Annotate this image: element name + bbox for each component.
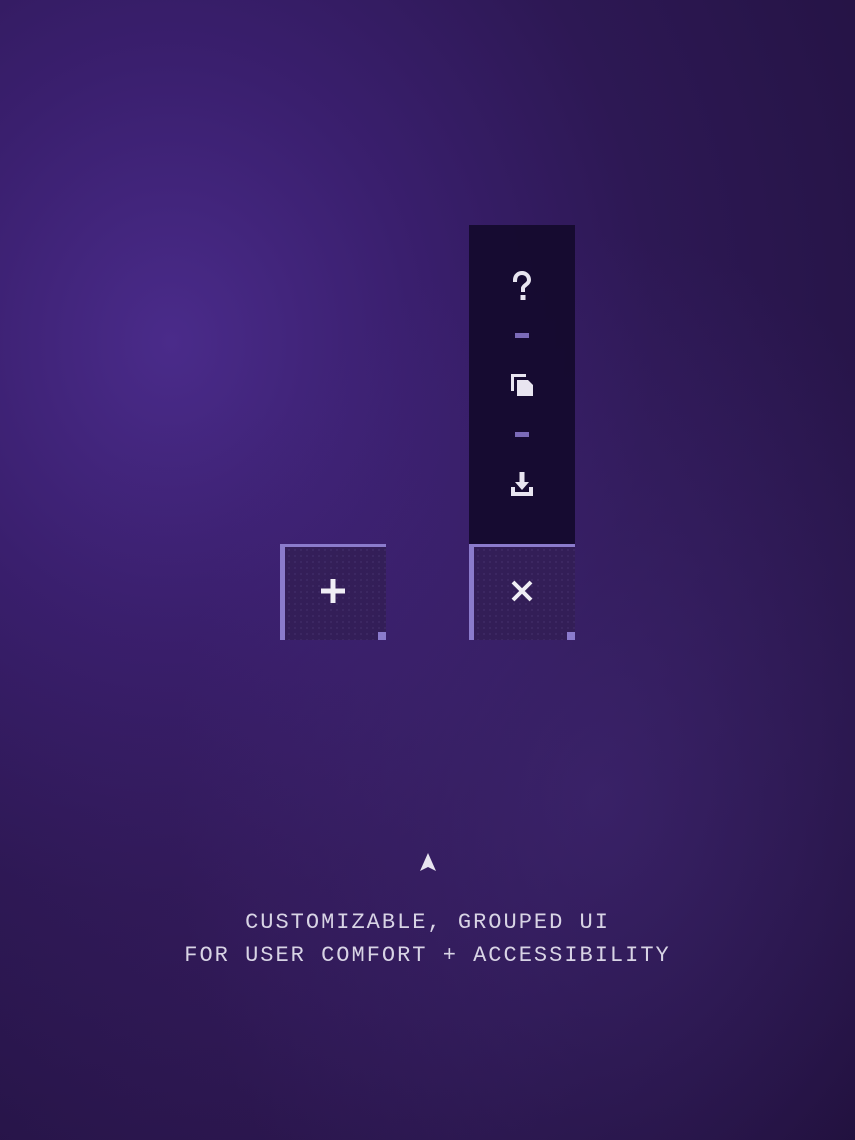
caption-line-2: FOR USER COMFORT + ACCESSIBILITY — [184, 939, 670, 972]
add-button[interactable] — [280, 544, 386, 640]
ui-panel-group — [280, 225, 575, 640]
download-button[interactable] — [507, 469, 537, 499]
copy-icon — [508, 371, 536, 399]
caption-line-1: CUSTOMIZABLE, GROUPED UI — [184, 906, 670, 939]
plus-icon — [319, 577, 347, 610]
corner-accent — [378, 632, 386, 640]
download-icon — [508, 470, 536, 498]
toolbar-divider — [515, 432, 529, 437]
help-icon — [511, 271, 533, 301]
vertical-toolbar — [469, 225, 575, 545]
caption-text: CUSTOMIZABLE, GROUPED UI FOR USER COMFOR… — [184, 906, 670, 972]
footer: CUSTOMIZABLE, GROUPED UI FOR USER COMFOR… — [0, 853, 855, 972]
copy-button[interactable] — [507, 370, 537, 400]
close-icon — [510, 579, 534, 608]
close-button[interactable] — [469, 544, 575, 640]
pointer-icon — [419, 853, 437, 878]
corner-accent — [567, 632, 575, 640]
help-button[interactable] — [507, 271, 537, 301]
toolbar-divider — [515, 333, 529, 338]
